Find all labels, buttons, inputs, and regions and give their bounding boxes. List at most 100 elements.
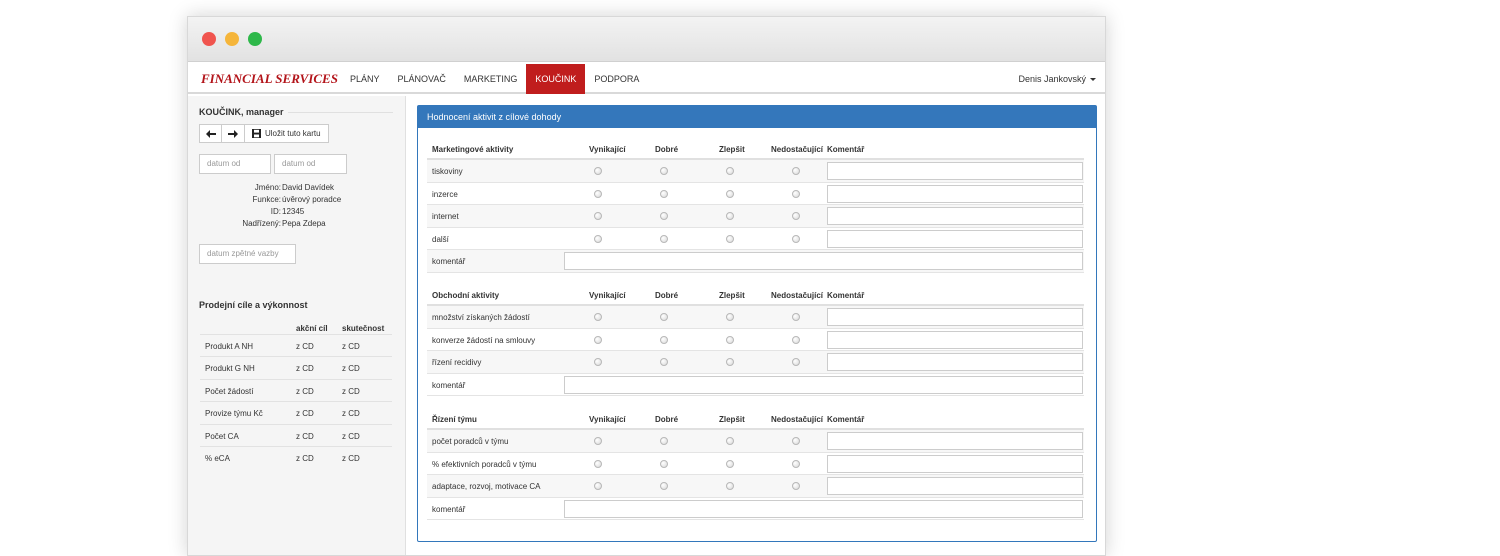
rating-radio[interactable]: [792, 437, 800, 445]
comment-input[interactable]: [827, 308, 1083, 326]
nav-item-planovac[interactable]: PLÁNOVAČ: [389, 64, 455, 94]
date-from-input-2[interactable]: datum od: [274, 154, 347, 174]
rating-radio[interactable]: [726, 335, 734, 344]
superior-label: Nadřízený:: [242, 219, 281, 228]
evaluation-group: Obchodní aktivity Vynikající Dobré Zlepšit N…: [427, 285, 1084, 396]
superior-value: Pepa Zdepa: [282, 219, 326, 228]
rating-radio[interactable]: [792, 212, 800, 220]
group-comment-label: komentář: [432, 380, 466, 390]
activity-label: další: [432, 234, 449, 244]
rating-radio[interactable]: [660, 234, 668, 243]
rating-radio[interactable]: [792, 335, 800, 344]
feedback-date-input[interactable]: datum zpětné vazby: [199, 244, 296, 264]
rating-radio[interactable]: [726, 482, 734, 490]
group-comment-label: komentář: [432, 257, 466, 266]
performance-row-goal: z CD: [296, 454, 314, 463]
comment-input[interactable]: [827, 184, 1083, 203]
rating-radio[interactable]: [792, 167, 800, 175]
rating-radio[interactable]: [594, 167, 602, 175]
performance-row-name: Produkt G NH: [205, 364, 255, 374]
rating-radio[interactable]: [594, 437, 602, 445]
rating-radio[interactable]: [660, 167, 668, 175]
performance-row-name: Počet žádostí: [205, 386, 254, 396]
group-comment-input[interactable]: [564, 375, 1083, 394]
performance-row-name: Produkt A NH: [205, 342, 254, 351]
comment-input[interactable]: [827, 353, 1083, 371]
rating-radio[interactable]: [660, 358, 668, 366]
forward-button[interactable]: [222, 124, 245, 143]
group-title: Řízení týmu: [432, 415, 477, 424]
sidebar-title: KOUČINK, manager: [199, 107, 284, 117]
nav-menu: PLÁNY PLÁNOVAČ MARKETING KOUČINK PODPORA: [341, 64, 648, 94]
rating-radio[interactable]: [792, 358, 800, 366]
close-window-button[interactable]: [202, 32, 216, 46]
comment-input[interactable]: [827, 330, 1083, 349]
rating-radio[interactable]: [660, 212, 668, 220]
save-card-button[interactable]: Uložit tuto kartu: [245, 124, 329, 143]
rating-radio[interactable]: [726, 167, 734, 175]
comment-input[interactable]: [827, 432, 1083, 450]
activity-label: internet: [432, 212, 459, 221]
rating-radio[interactable]: [726, 437, 734, 445]
rating-radio[interactable]: [594, 212, 602, 220]
comment-input[interactable]: [827, 162, 1083, 180]
performance-title: Prodejní cíle a výkonnost: [199, 300, 308, 310]
rating-radio[interactable]: [726, 358, 734, 366]
rating-radio[interactable]: [594, 335, 602, 344]
group-comment-input[interactable]: [564, 252, 1083, 270]
activity-label: % efektivních poradců v týmu: [432, 459, 537, 469]
rating-radio[interactable]: [594, 358, 602, 366]
rating-radio[interactable]: [660, 335, 668, 344]
goal-header: akční cíl: [296, 324, 328, 333]
id-label: ID:: [270, 207, 281, 216]
rating-radio[interactable]: [660, 482, 668, 490]
performance-row-actual: z CD: [342, 431, 360, 441]
rating-radio[interactable]: [792, 459, 800, 468]
nav-item-koucink[interactable]: KOUČINK: [526, 64, 586, 94]
column-header: Nedostačující: [771, 415, 824, 424]
window-titlebar: [188, 17, 1105, 62]
nav-item-marketing[interactable]: MARKETING: [455, 64, 527, 94]
rating-radio[interactable]: [594, 459, 602, 468]
comment-input[interactable]: [827, 207, 1083, 225]
back-button[interactable]: [199, 124, 222, 143]
rating-radio[interactable]: [660, 189, 668, 198]
activity-label: počet poradců v týmu: [432, 437, 509, 446]
rating-radio[interactable]: [792, 189, 800, 198]
rating-radio[interactable]: [594, 482, 602, 490]
rating-radio[interactable]: [792, 234, 800, 243]
actual-header: skutečnost: [342, 324, 385, 333]
maximize-window-button[interactable]: [248, 32, 262, 46]
rating-radio[interactable]: [594, 313, 602, 321]
user-name: Denis Jankovský: [1018, 74, 1086, 84]
nav-item-plany[interactable]: PLÁNY: [341, 64, 389, 94]
brand-logo[interactable]: FINANCIAL SERVICES: [201, 71, 338, 87]
group-comment-input[interactable]: [564, 499, 1083, 518]
performance-row-name: Provize týmu Kč: [205, 409, 263, 419]
column-header: Zlepšit: [719, 145, 745, 154]
comment-input[interactable]: [827, 477, 1083, 495]
table-row: Produkt A NH z CD z CD: [200, 334, 392, 356]
app-window: FINANCIAL SERVICES PLÁNY PLÁNOVAČ MARKET…: [187, 16, 1106, 556]
minimize-window-button[interactable]: [225, 32, 239, 46]
performance-row-goal: z CD: [296, 342, 314, 351]
column-header: Nedostačující: [771, 145, 824, 154]
rating-radio[interactable]: [792, 313, 800, 321]
nav-item-podpora[interactable]: PODPORA: [585, 64, 648, 94]
rating-radio[interactable]: [660, 313, 668, 321]
rating-radio[interactable]: [726, 313, 734, 321]
comment-input[interactable]: [827, 454, 1083, 473]
user-menu[interactable]: Denis Jankovský: [1018, 64, 1096, 94]
date-from-input-1[interactable]: datum od: [199, 154, 271, 174]
rating-radio[interactable]: [594, 234, 602, 243]
rating-radio[interactable]: [660, 437, 668, 445]
rating-radio[interactable]: [726, 459, 734, 468]
rating-radio[interactable]: [726, 189, 734, 198]
rating-radio[interactable]: [726, 212, 734, 220]
rating-radio[interactable]: [594, 189, 602, 198]
rating-radio[interactable]: [792, 482, 800, 490]
rating-radio[interactable]: [660, 459, 668, 468]
table-row: % eCA z CD z CD: [200, 446, 392, 468]
comment-input[interactable]: [827, 229, 1083, 248]
rating-radio[interactable]: [726, 234, 734, 243]
